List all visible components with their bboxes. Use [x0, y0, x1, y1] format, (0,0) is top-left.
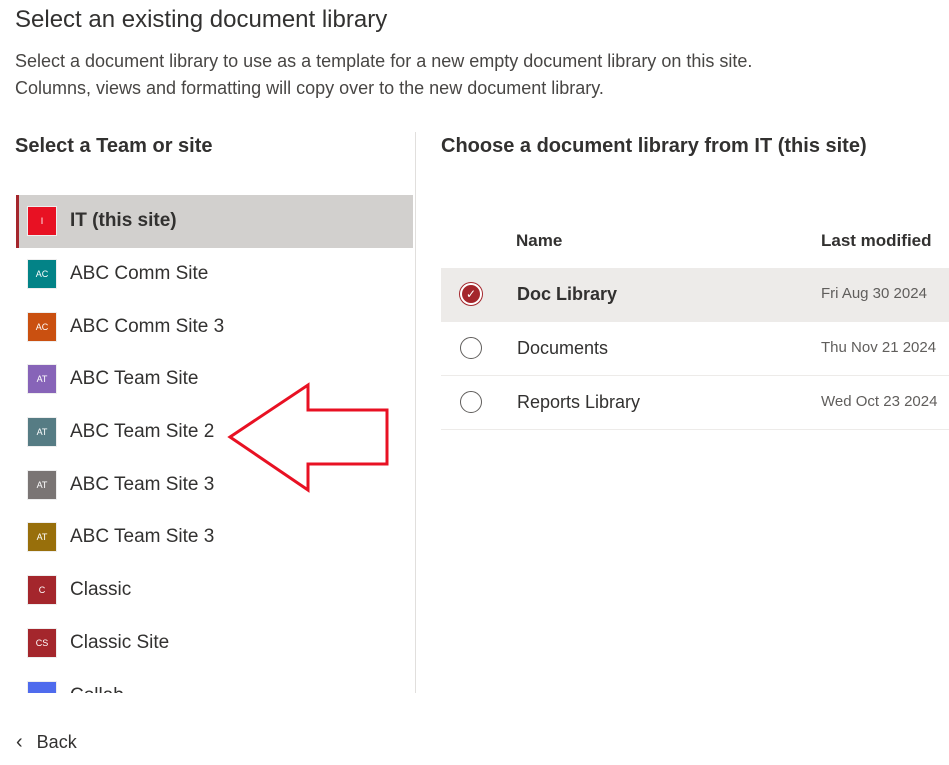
library-name: Reports Library	[517, 392, 641, 412]
site-list[interactable]: I IT (this site) AC ABC Comm Site AC ABC Comm…	[16, 195, 413, 693]
site-list-heading: Select a Team or site	[15, 135, 213, 157]
site-avatar-icon: AT	[27, 469, 57, 500]
site-item[interactable]: C Classic	[16, 564, 413, 617]
site-avatar-icon: AC	[27, 311, 57, 342]
chevron-left-icon: ‹	[16, 731, 23, 753]
radio-button[interactable]	[460, 391, 482, 413]
site-avatar-icon: CS	[27, 627, 57, 658]
library-modified-date: Thu Nov 21 2024	[821, 339, 937, 356]
site-label: ABC Team Site	[70, 368, 199, 390]
site-label: ABC Comm Site	[70, 263, 209, 285]
site-item[interactable]: AT ABC Team Site 3	[16, 458, 413, 511]
library-row[interactable]: ✓ Doc Library Fri Aug 30 2024	[441, 268, 949, 322]
site-label: Classic	[70, 579, 132, 601]
site-avatar-icon: I	[27, 206, 57, 237]
library-list-heading: Choose a document library from IT (this …	[441, 135, 867, 157]
library-table-header: Name Last modified	[441, 222, 949, 262]
site-label: ABC Team Site 3	[70, 473, 215, 495]
site-label: Collab	[70, 685, 124, 693]
site-avatar-icon	[27, 680, 57, 693]
library-row[interactable]: Reports Library Wed Oct 23 2024	[441, 376, 949, 430]
back-label: Back	[36, 732, 77, 752]
library-table: ✓ Doc Library Fri Aug 30 2024 Documents Thu …	[441, 268, 949, 430]
site-avatar-icon: AT	[27, 522, 57, 553]
site-avatar-icon: C	[27, 575, 57, 606]
site-label: ABC Comm Site 3	[70, 315, 225, 337]
back-button[interactable]: ‹ Back	[16, 731, 77, 754]
site-item[interactable]: AT ABC Team Site 2	[16, 406, 413, 459]
column-header-name[interactable]: Name	[516, 231, 562, 251]
column-header-last-modified[interactable]: Last modified	[821, 231, 932, 251]
site-item[interactable]: AT ABC Team Site 3	[16, 511, 413, 564]
library-row[interactable]: Documents Thu Nov 21 2024	[441, 322, 949, 376]
site-item[interactable]: I IT (this site)	[16, 195, 413, 248]
site-item[interactable]: AC ABC Comm Site	[16, 248, 413, 301]
radio-checked-icon[interactable]: ✓	[460, 283, 482, 305]
page-title: Select an existing document library	[15, 6, 388, 33]
library-name: Doc Library	[517, 284, 618, 304]
description-line: Columns, views and formatting will copy …	[15, 78, 604, 98]
library-modified-date: Fri Aug 30 2024	[821, 285, 927, 302]
site-label: Classic Site	[70, 631, 170, 653]
column-divider	[415, 132, 416, 693]
site-item[interactable]: CS Classic Site	[16, 617, 413, 670]
site-label: ABC Team Site 2	[70, 421, 215, 443]
site-avatar-icon: AT	[27, 364, 57, 395]
site-avatar-icon: AC	[27, 259, 57, 290]
site-avatar-icon: AT	[27, 417, 57, 448]
library-name: Documents	[517, 338, 609, 358]
library-modified-date: Wed Oct 23 2024	[821, 393, 938, 410]
site-item[interactable]: AT ABC Team Site	[16, 353, 413, 406]
site-item[interactable]: Collab	[16, 669, 413, 693]
site-item[interactable]: AC ABC Comm Site 3	[16, 300, 413, 353]
page-description: Select a document library to use as a te…	[15, 48, 915, 102]
site-label: ABC Team Site 3	[70, 526, 215, 548]
site-label: IT (this site)	[70, 210, 177, 232]
radio-button[interactable]	[460, 337, 482, 359]
description-line: Select a document library to use as a te…	[15, 51, 753, 71]
